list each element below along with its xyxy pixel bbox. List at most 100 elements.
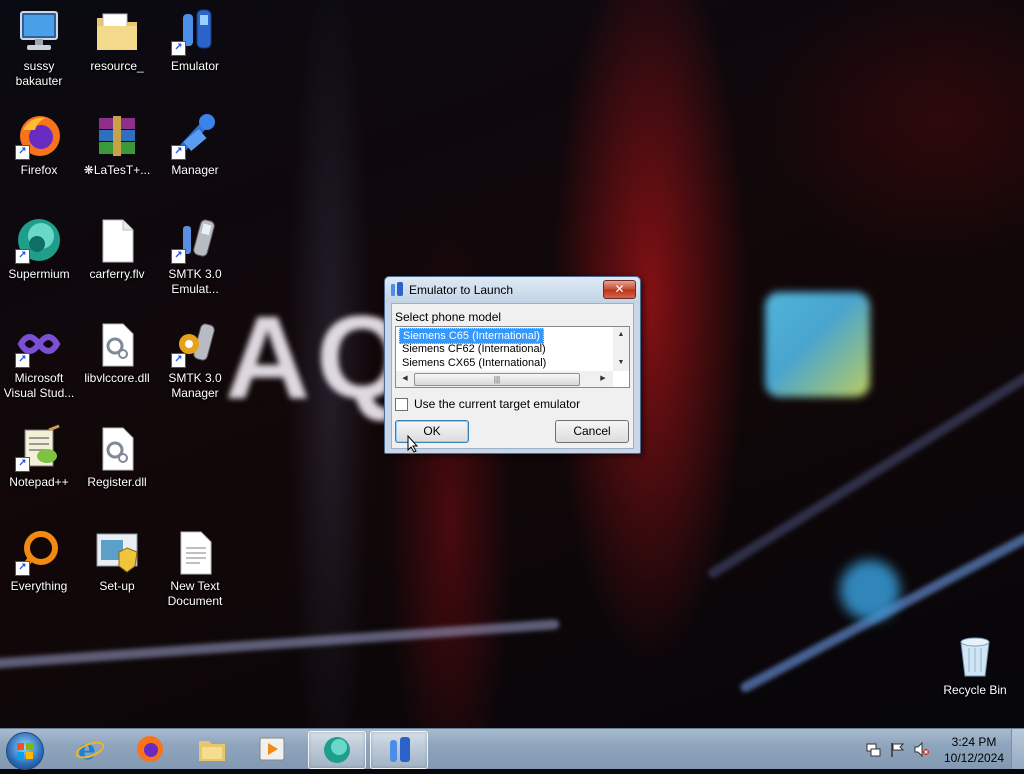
desktop-icon-resource[interactable]: resource_ <box>78 8 156 74</box>
start-button[interactable] <box>6 732 44 770</box>
taskbar-media-player[interactable] <box>244 731 300 767</box>
desktop-icon-label: Supermium <box>8 267 70 281</box>
desktop-icon-register-dll[interactable]: Register.dll <box>78 424 156 490</box>
use-current-target-checkbox[interactable] <box>395 398 408 411</box>
taskbar-file-explorer[interactable] <box>184 731 240 767</box>
wallpaper-blurred-logo <box>765 292 870 397</box>
desktop-icon-label: Firefox <box>20 163 58 177</box>
file-explorer-icon <box>199 741 225 761</box>
desktop-icon-setup[interactable]: Set-up <box>78 528 156 594</box>
windows-logo-icon <box>17 743 33 759</box>
internet-explorer-icon: e <box>76 735 104 763</box>
desktop-icon-label: Recycle Bin <box>943 683 1007 697</box>
firefox-icon <box>137 736 163 762</box>
desktop-icon-label: Manager <box>171 163 219 177</box>
wallpaper-note-shape <box>840 560 900 620</box>
emulator-icon: ↗ <box>171 8 219 56</box>
desktop-icon-latest-archive[interactable]: ❋LaTesT+... <box>78 112 156 178</box>
taskbar: e 3:24 PM 10/12/2024 <box>0 728 1024 770</box>
clock-time: 3:24 PM <box>951 735 997 749</box>
dialog-body: Select phone model Siemens C65 (Internat… <box>391 303 634 449</box>
network-icon[interactable] <box>866 742 881 757</box>
desktop-icon-manager[interactable]: ↗ Manager <box>156 112 234 178</box>
shortcut-arrow-icon: ↗ <box>15 249 30 264</box>
list-item[interactable]: Siemens CF62 (International) <box>399 342 549 356</box>
desktop-icon-sussy-bakauter[interactable]: sussy bakauter <box>0 8 78 89</box>
action-center-flag-icon[interactable] <box>890 742 905 757</box>
shortcut-arrow-icon: ↗ <box>15 145 30 160</box>
file-icon <box>93 216 141 264</box>
desktop-icon-label: carferry.flv <box>89 267 145 281</box>
desktop-icon-supermium[interactable]: ↗ Supermium <box>0 216 78 282</box>
desktop-icon-label: Microsoft Visual Stud... <box>3 371 75 400</box>
volume-muted-icon[interactable] <box>914 742 929 757</box>
system-clock[interactable]: 3:24 PM 10/12/2024 <box>940 734 1008 766</box>
winrar-icon <box>93 112 141 160</box>
everything-icon: ↗ <box>15 528 63 576</box>
desktop-icon-label: sussy bakauter <box>15 59 63 88</box>
shortcut-arrow-icon: ↗ <box>15 457 30 472</box>
dialog-title-bar[interactable]: Emulator to Launch ✕ <box>385 277 640 303</box>
desktop-icon-everything[interactable]: ↗ Everything <box>0 528 78 594</box>
scroll-down-arrow-icon[interactable]: ▼ <box>614 357 628 369</box>
desktop-icon-smtk-manager[interactable]: ↗ SMTK 3.0 Manager <box>156 320 234 401</box>
cancel-button[interactable]: Cancel <box>555 420 629 443</box>
desktop-icon-label: libvlccore.dll <box>84 371 150 385</box>
emulator-icon <box>390 737 410 762</box>
desktop-icon-label: SMTK 3.0 Emulat... <box>168 267 222 296</box>
shortcut-arrow-icon: ↗ <box>171 353 186 368</box>
desktop-icon-label: Register.dll <box>87 475 147 489</box>
desktop-icon-label: New Text Document <box>167 579 223 608</box>
taskbar-supermium[interactable] <box>308 731 366 769</box>
desktop-icon-recycle-bin[interactable]: Recycle Bin <box>936 632 1014 698</box>
notepadpp-icon: ↗ <box>15 424 63 472</box>
smtk-emulator-icon: ↗ <box>171 216 219 264</box>
horizontal-scrollbar[interactable]: ◀ ||| ▶ <box>396 371 613 387</box>
taskbar-firefox[interactable] <box>122 731 178 767</box>
close-button[interactable]: ✕ <box>603 280 636 299</box>
emulator-icon <box>390 282 404 297</box>
desktop-icon-notepadpp[interactable]: ↗ Notepad++ <box>0 424 78 490</box>
phone-model-list[interactable]: Siemens C65 (International) Siemens CF62… <box>395 326 630 388</box>
smtk-manager-icon: ↗ <box>171 320 219 368</box>
select-model-label: Select phone model <box>395 310 502 324</box>
list-item[interactable]: Siemens CX65 (International) <box>399 356 549 370</box>
manager-icon: ↗ <box>171 112 219 160</box>
desktop-icon-visual-studio[interactable]: ↗ Microsoft Visual Stud... <box>0 320 78 401</box>
desktop-icon-libvlccore[interactable]: libvlccore.dll <box>78 320 156 386</box>
recycle-bin-icon <box>951 632 999 680</box>
shortcut-arrow-icon: ↗ <box>171 249 186 264</box>
show-desktop-button[interactable] <box>1011 729 1024 769</box>
desktop-icon-label: Set-up <box>99 579 135 593</box>
scroll-right-arrow-icon[interactable]: ▶ <box>596 373 610 385</box>
emulator-launch-dialog: Emulator to Launch ✕ Select phone model … <box>384 276 641 454</box>
wallpaper-light-beam <box>706 370 1024 580</box>
scroll-left-arrow-icon[interactable]: ◀ <box>398 373 412 385</box>
desktop-icon-label: resource_ <box>90 59 144 73</box>
dialog-title: Emulator to Launch <box>409 283 514 297</box>
desktop-icon-smtk-emulator[interactable]: ↗ SMTK 3.0 Emulat... <box>156 216 234 297</box>
desktop-icon-emulator[interactable]: ↗ Emulator <box>156 8 234 74</box>
setup-icon <box>93 528 141 576</box>
supermium-icon <box>324 737 350 763</box>
vertical-scrollbar[interactable]: ▲ ▼ <box>613 327 629 371</box>
visual-studio-icon: ↗ <box>15 320 63 368</box>
taskbar-internet-explorer[interactable]: e <box>62 731 118 767</box>
shortcut-arrow-icon: ↗ <box>15 561 30 576</box>
horizontal-scroll-thumb[interactable]: ||| <box>414 373 580 386</box>
text-document-icon <box>171 528 219 576</box>
shortcut-arrow-icon: ↗ <box>171 41 186 56</box>
desktop-icon-label: Emulator <box>170 59 220 73</box>
taskbar-emulator[interactable] <box>370 731 428 769</box>
folder-icon <box>93 8 141 56</box>
dll-icon <box>93 424 141 472</box>
scroll-up-arrow-icon[interactable]: ▲ <box>614 329 628 341</box>
desktop-icon-label: Notepad++ <box>9 475 69 489</box>
wallpaper-light-beam <box>0 619 560 671</box>
desktop-icon-firefox[interactable]: ↗ Firefox <box>0 112 78 178</box>
media-player-icon <box>259 737 285 761</box>
desktop-icon-label: ❋LaTesT+... <box>83 163 151 177</box>
desktop-icon-new-text-document[interactable]: New Text Document <box>156 528 234 609</box>
desktop-icon-carferry[interactable]: carferry.flv <box>78 216 156 282</box>
computer-icon <box>15 8 63 56</box>
